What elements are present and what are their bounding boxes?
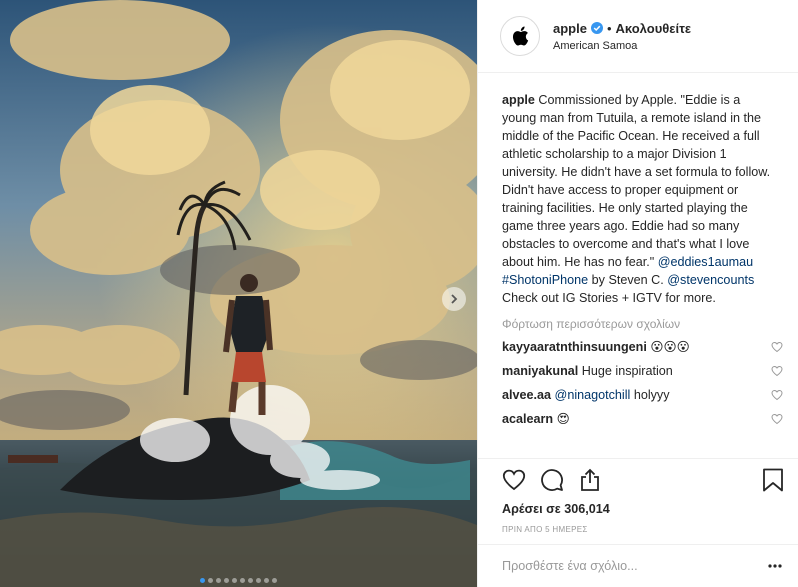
caption-mention-link[interactable]: @eddies1aumau bbox=[658, 255, 753, 269]
carousel-dot bbox=[224, 578, 229, 583]
chevron-right-icon bbox=[451, 294, 458, 304]
carousel-dot bbox=[240, 578, 245, 583]
caption-text: Commissioned by Apple. "Eddie is a young… bbox=[502, 93, 771, 269]
header-username[interactable]: apple bbox=[553, 21, 587, 36]
comment-text: holyyy bbox=[630, 388, 670, 402]
carousel-indicator bbox=[0, 578, 477, 583]
post-photo bbox=[0, 0, 477, 587]
carousel-dot bbox=[232, 578, 237, 583]
next-slide-button[interactable] bbox=[442, 287, 466, 311]
following-button[interactable]: Ακολουθείτε bbox=[616, 21, 692, 36]
carousel-dot bbox=[208, 578, 213, 583]
post-actions: Αρέσει σε 306,014 ΠΡΙΝ ΑΠΟ 5 ΗΜΕΡΕΣ bbox=[478, 458, 798, 586]
caption-text: Check out IG Stories + IGTV for more. bbox=[502, 291, 716, 305]
more-options-button[interactable] bbox=[767, 558, 783, 574]
comments-section: apple Commissioned by Apple. "Eddie is a… bbox=[478, 73, 798, 458]
carousel-dot bbox=[248, 578, 253, 583]
apple-logo-icon bbox=[512, 26, 529, 46]
caption-text: by Steven C. bbox=[588, 273, 668, 287]
carousel-dot bbox=[264, 578, 269, 583]
post-caption: apple Commissioned by Apple. "Eddie is a… bbox=[502, 91, 777, 307]
comment-item: alvee.aa @ninagotchill holyyy bbox=[502, 387, 783, 403]
add-comment-input[interactable] bbox=[502, 559, 767, 573]
carousel-dot bbox=[272, 578, 277, 583]
instagram-post: apple • Ακολουθείτε American Samoa apple… bbox=[0, 0, 798, 587]
caption-mention-link[interactable]: @stevencounts bbox=[667, 273, 754, 287]
caption-hashtag-link[interactable]: #ShotoniPhone bbox=[502, 273, 588, 287]
carousel-dot bbox=[200, 578, 205, 583]
comment-username[interactable]: maniyakunal bbox=[502, 364, 578, 378]
comment-text: 😮😮😮 bbox=[646, 340, 690, 354]
verified-badge-icon bbox=[590, 22, 603, 34]
comment-like-icon[interactable] bbox=[771, 413, 783, 425]
comment-button[interactable] bbox=[538, 466, 566, 494]
like-button[interactable] bbox=[500, 466, 528, 494]
save-button[interactable] bbox=[759, 466, 787, 494]
header-separator: • bbox=[606, 20, 612, 36]
load-more-comments-button[interactable]: Φόρτωση περισσότερων σχολίων bbox=[502, 317, 777, 331]
comment-text: Huge inspiration bbox=[578, 364, 673, 378]
post-timestamp[interactable]: ΠΡΙΝ ΑΠΟ 5 ΗΜΕΡΕΣ bbox=[502, 525, 588, 534]
photo-image bbox=[0, 0, 477, 587]
comment-like-icon[interactable] bbox=[771, 389, 783, 401]
more-dots-icon bbox=[768, 564, 782, 568]
share-icon bbox=[581, 468, 599, 491]
action-icons-row bbox=[500, 465, 787, 495]
share-button[interactable] bbox=[576, 466, 604, 494]
comment-item: maniyakunal Huge inspiration bbox=[502, 363, 783, 379]
post-side-panel: apple • Ακολουθείτε American Samoa apple… bbox=[477, 0, 798, 587]
header-text: apple • Ακολουθείτε American Samoa bbox=[553, 21, 691, 52]
heart-icon bbox=[502, 469, 526, 491]
comment-like-icon[interactable] bbox=[771, 365, 783, 377]
add-comment-bar bbox=[478, 544, 798, 587]
post-header: apple • Ακολουθείτε American Samoa bbox=[478, 0, 798, 73]
comment-item: kayyaaratnthinsuungeni 😮😮😮 bbox=[502, 339, 783, 355]
caption-username[interactable]: apple bbox=[502, 93, 535, 107]
comment-username[interactable]: kayyaaratnthinsuungeni bbox=[502, 340, 647, 354]
comment-username[interactable]: acalearn bbox=[502, 412, 553, 426]
comment-item: acalearn 😍 bbox=[502, 411, 783, 427]
comment-bubble-icon bbox=[541, 469, 563, 491]
carousel-dot bbox=[216, 578, 221, 583]
carousel-dot bbox=[256, 578, 261, 583]
comment-username[interactable]: alvee.aa bbox=[502, 388, 551, 402]
comment-like-icon[interactable] bbox=[771, 341, 783, 353]
avatar[interactable] bbox=[500, 16, 540, 56]
location-link[interactable]: American Samoa bbox=[553, 40, 691, 52]
comment-text: 😍 bbox=[553, 412, 570, 426]
comment-mention-link[interactable]: @ninagotchill bbox=[555, 388, 631, 402]
bookmark-icon bbox=[763, 468, 783, 492]
likes-count[interactable]: Αρέσει σε 306,014 bbox=[502, 502, 610, 516]
